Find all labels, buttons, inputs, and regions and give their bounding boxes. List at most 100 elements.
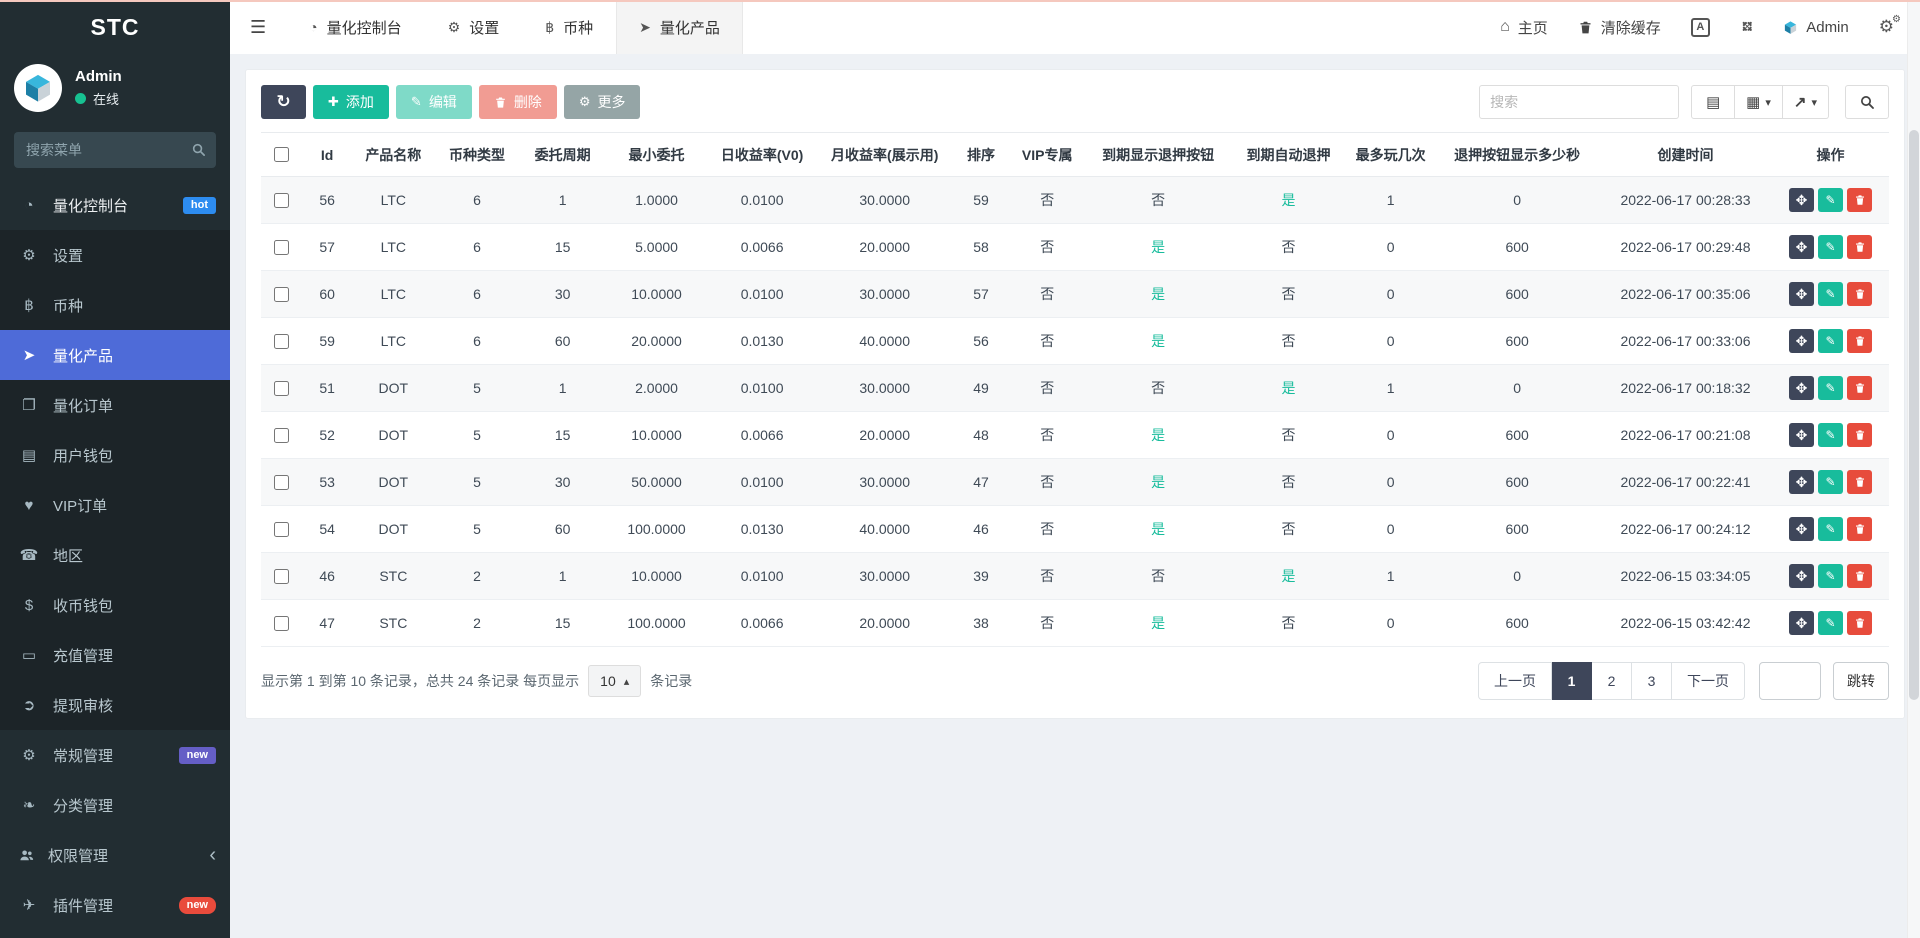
row-move-button[interactable]: ✥ bbox=[1789, 423, 1814, 447]
row-move-button[interactable]: ✥ bbox=[1789, 470, 1814, 494]
detail-view-button[interactable]: ▤ bbox=[1691, 85, 1735, 119]
row-edit-button[interactable]: ✎ bbox=[1818, 188, 1843, 212]
row-edit-button[interactable]: ✎ bbox=[1818, 235, 1843, 259]
export-button[interactable]: ↗▾ bbox=[1783, 85, 1829, 119]
translate-icon[interactable]: A bbox=[1691, 18, 1710, 37]
select-all-checkbox[interactable] bbox=[274, 147, 289, 162]
row-delete-button[interactable] bbox=[1847, 376, 1872, 400]
jump-page-input[interactable] bbox=[1759, 662, 1821, 700]
row-checkbox[interactable] bbox=[274, 287, 289, 302]
sidebar-item-phone[interactable]: ☎地区 bbox=[0, 530, 230, 580]
row-checkbox[interactable] bbox=[274, 381, 289, 396]
tab-dashboard[interactable]: ◔量化控制台 bbox=[286, 0, 424, 54]
row-delete-button[interactable] bbox=[1847, 423, 1872, 447]
search-button[interactable] bbox=[1845, 85, 1889, 119]
row-checkbox[interactable] bbox=[274, 240, 289, 255]
search-icon bbox=[191, 142, 206, 157]
row-delete-button[interactable] bbox=[1847, 235, 1872, 259]
sidebar-item-users[interactable]: 权限管理‹ bbox=[0, 830, 230, 880]
user-menu[interactable]: Admin bbox=[1783, 19, 1849, 36]
columns-button[interactable]: ▦▾ bbox=[1735, 85, 1783, 119]
row-checkbox[interactable] bbox=[274, 522, 289, 537]
move-icon: ✥ bbox=[1796, 615, 1808, 632]
sidebar-search bbox=[14, 132, 216, 168]
scrollbar-track[interactable] bbox=[1907, 2, 1920, 938]
row-edit-button[interactable]: ✎ bbox=[1818, 564, 1843, 588]
row-move-button[interactable]: ✥ bbox=[1789, 235, 1814, 259]
row-checkbox[interactable] bbox=[274, 428, 289, 443]
sidebar-item-leaf[interactable]: ❧分类管理 bbox=[0, 780, 230, 830]
row-checkbox[interactable] bbox=[274, 569, 289, 584]
page-button-1[interactable]: 1 bbox=[1552, 662, 1592, 700]
sidebar-item-bitcoin[interactable]: ฿币种 bbox=[0, 280, 230, 330]
sidebar-item-dollar[interactable]: $收币钱包 bbox=[0, 580, 230, 630]
row-move-button[interactable]: ✥ bbox=[1789, 376, 1814, 400]
sidebar-item-wallet[interactable]: ▤用户钱包 bbox=[0, 430, 230, 480]
row-delete-button[interactable] bbox=[1847, 611, 1872, 635]
row-select-cell bbox=[261, 365, 302, 412]
cell-monthly_rate: 20.0000 bbox=[817, 412, 953, 459]
plugin-icon: ✈ bbox=[18, 896, 40, 914]
row-edit-button[interactable]: ✎ bbox=[1818, 470, 1843, 494]
table-search-input[interactable] bbox=[1479, 85, 1679, 119]
delete-button[interactable]: 删除 bbox=[479, 85, 557, 119]
clear-cache-link[interactable]: 清除缓存 bbox=[1578, 17, 1661, 38]
more-button[interactable]: ⚙更多 bbox=[564, 85, 641, 119]
sidebar-item-send[interactable]: ➤量化产品 bbox=[0, 330, 230, 380]
add-button[interactable]: ✚添加 bbox=[313, 85, 389, 119]
edit-button[interactable]: ✎编辑 bbox=[396, 85, 472, 119]
sidebar-item-money[interactable]: ▭充值管理 bbox=[0, 630, 230, 680]
row-delete-button[interactable] bbox=[1847, 470, 1872, 494]
row-checkbox[interactable] bbox=[274, 193, 289, 208]
sidebar-search-input[interactable] bbox=[14, 132, 216, 168]
row-edit-button[interactable]: ✎ bbox=[1818, 282, 1843, 306]
row-edit-button[interactable]: ✎ bbox=[1818, 611, 1843, 635]
home-link[interactable]: ⌂主页 bbox=[1500, 17, 1548, 38]
sidebar-item-book[interactable]: ❐量化订单 bbox=[0, 380, 230, 430]
caret-up-icon: ▴ bbox=[624, 675, 630, 688]
row-delete-button[interactable] bbox=[1847, 564, 1872, 588]
row-move-button[interactable]: ✥ bbox=[1789, 188, 1814, 212]
next-page-button[interactable]: 下一页 bbox=[1672, 662, 1745, 700]
sidebar-item-vip[interactable]: ♥VIP订单 bbox=[0, 480, 230, 530]
settings-cogs-icon[interactable]: ⚙⚙ bbox=[1879, 17, 1894, 37]
scrollbar-thumb[interactable] bbox=[1909, 130, 1919, 700]
row-move-button[interactable]: ✥ bbox=[1789, 611, 1814, 635]
sidebar-item-gear[interactable]: ⚙设置 bbox=[0, 230, 230, 280]
row-delete-button[interactable] bbox=[1847, 329, 1872, 353]
row-move-button[interactable]: ✥ bbox=[1789, 564, 1814, 588]
tab-gear[interactable]: ⚙设置 bbox=[425, 0, 523, 54]
cell-coin_type: 6 bbox=[434, 177, 520, 224]
page-button-3[interactable]: 3 bbox=[1632, 662, 1672, 700]
row-checkbox[interactable] bbox=[274, 616, 289, 631]
sidebar-item-withdraw[interactable]: ➲提现审核 bbox=[0, 680, 230, 730]
row-delete-button[interactable] bbox=[1847, 282, 1872, 306]
row-edit-button[interactable]: ✎ bbox=[1818, 423, 1843, 447]
sidebar-item-plugin[interactable]: ✈插件管理new bbox=[0, 880, 230, 930]
row-move-button[interactable]: ✥ bbox=[1789, 329, 1814, 353]
hamburger-menu-icon[interactable]: ☰ bbox=[230, 0, 286, 54]
row-move-button[interactable]: ✥ bbox=[1789, 282, 1814, 306]
refresh-button[interactable]: ↻ bbox=[261, 85, 306, 119]
cell-max_play_times: 0 bbox=[1346, 318, 1436, 365]
row-edit-button[interactable]: ✎ bbox=[1818, 329, 1843, 353]
row-checkbox[interactable] bbox=[274, 334, 289, 349]
tab-bitcoin[interactable]: ฿币种 bbox=[522, 0, 616, 54]
cell-sort: 49 bbox=[953, 365, 1009, 412]
page-button-2[interactable]: 2 bbox=[1592, 662, 1632, 700]
sidebar-item-cogs[interactable]: ⚙常规管理new bbox=[0, 730, 230, 780]
row-delete-button[interactable] bbox=[1847, 517, 1872, 541]
jump-button[interactable]: 跳转 bbox=[1833, 662, 1889, 700]
cell-coin_type: 2 bbox=[434, 553, 520, 600]
row-delete-button[interactable] bbox=[1847, 188, 1872, 212]
tab-send[interactable]: ➤量化产品 bbox=[616, 0, 743, 54]
row-checkbox[interactable] bbox=[274, 475, 289, 490]
sidebar-item-dashboard[interactable]: ◔量化控制台hot bbox=[0, 180, 230, 230]
row-edit-button[interactable]: ✎ bbox=[1818, 517, 1843, 541]
withdraw-icon: ➲ bbox=[18, 696, 40, 714]
fullscreen-icon[interactable]: ✥ bbox=[1735, 15, 1759, 39]
row-move-button[interactable]: ✥ bbox=[1789, 517, 1814, 541]
prev-page-button[interactable]: 上一页 bbox=[1478, 662, 1552, 700]
page-size-dropdown[interactable]: 10▴ bbox=[588, 665, 641, 697]
row-edit-button[interactable]: ✎ bbox=[1818, 376, 1843, 400]
